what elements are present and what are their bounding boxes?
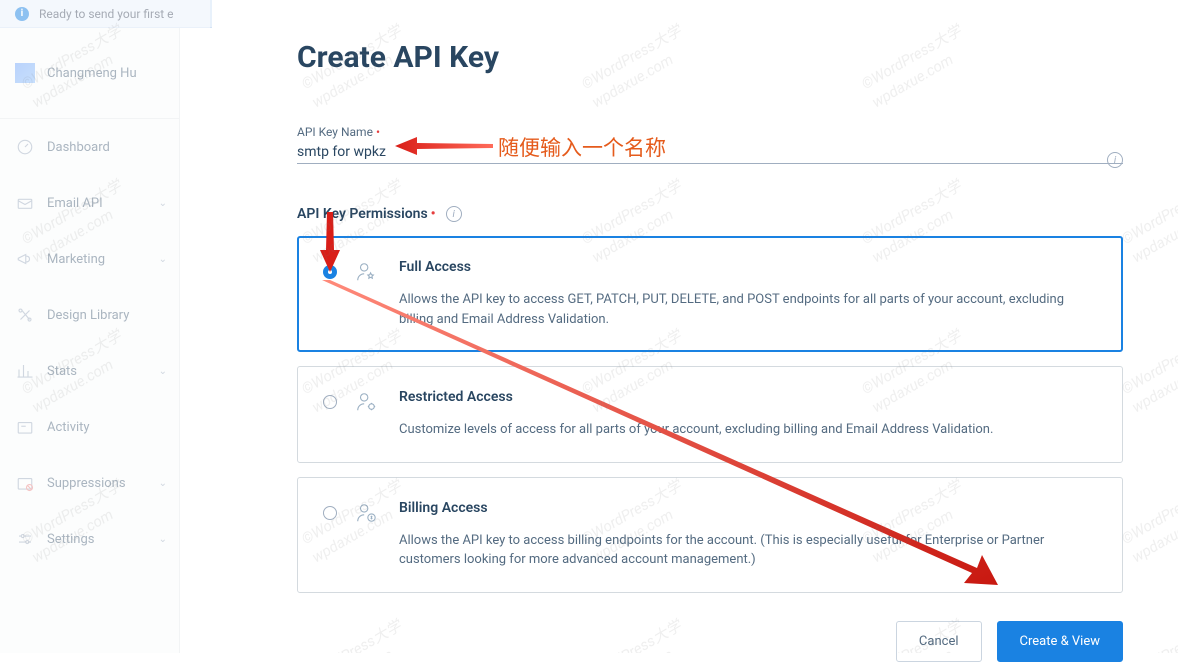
sidebar-item-dashboard[interactable]: Dashboard	[0, 119, 179, 175]
sidebar-item-settings[interactable]: Settings ⌄	[0, 511, 179, 567]
perm-desc: Customize levels of access for all parts…	[399, 420, 993, 440]
perm-title: Billing Access	[399, 500, 1097, 516]
annotation-hint: 随便输入一个名称	[498, 132, 666, 162]
sidebar-item-label: Design Library	[47, 308, 129, 323]
sidebar-item-suppressions[interactable]: Suppressions ⌄	[0, 455, 179, 511]
sidebar-item-label: Marketing	[47, 252, 105, 267]
sidebar-item-label: Activity	[47, 420, 90, 435]
api-key-permissions-label: API Key Permissions• i	[297, 206, 1123, 222]
dialog-title: Create API Key	[297, 40, 1123, 75]
info-icon[interactable]: i	[446, 206, 462, 222]
user-dollar-icon	[355, 502, 379, 528]
perm-title: Restricted Access	[399, 389, 993, 405]
sidebar-item-label: Settings	[47, 532, 94, 547]
perm-option-full-access[interactable]: Full Access Allows the API key to access…	[297, 236, 1123, 352]
sidebar-item-label: Suppressions	[47, 476, 126, 491]
chevron-down-icon: ⌄	[159, 366, 167, 377]
radio-full-access[interactable]	[323, 265, 337, 279]
design-library-icon	[15, 305, 35, 325]
user-name: Changmeng Hu	[47, 66, 137, 81]
megaphone-icon	[15, 249, 35, 269]
perm-option-billing-access[interactable]: Billing Access Allows the API key to acc…	[297, 477, 1123, 593]
perm-desc: Allows the API key to access billing end…	[399, 531, 1097, 570]
api-key-name-input[interactable]	[297, 144, 1123, 160]
user-star-icon	[355, 261, 379, 287]
stats-icon	[15, 361, 35, 381]
chevron-down-icon: ⌄	[159, 198, 167, 209]
user-section[interactable]: Changmeng Hu	[0, 28, 179, 119]
perm-title: Full Access	[399, 259, 1097, 275]
perm-option-restricted-access[interactable]: Restricted Access Customize levels of ac…	[297, 366, 1123, 463]
chevron-down-icon: ⌄	[159, 478, 167, 489]
sidebar-item-label: Dashboard	[47, 140, 110, 155]
sidebar-item-stats[interactable]: Stats ⌄	[0, 343, 179, 399]
create-api-key-dialog: Create API Key API Key Name• i API Key P…	[212, 0, 1178, 653]
chevron-down-icon: ⌄	[159, 254, 167, 265]
sidebar: Changmeng Hu Dashboard Email API ⌄ Marke…	[0, 28, 180, 653]
banner-text: Ready to send your first e	[39, 7, 174, 21]
radio-restricted-access[interactable]	[323, 395, 337, 409]
sidebar-item-label: Email API	[47, 196, 103, 211]
user-gear-icon	[355, 391, 379, 417]
dialog-footer: Cancel Create & View	[297, 621, 1123, 662]
email-api-icon	[15, 193, 35, 213]
info-icon[interactable]: i	[1107, 152, 1123, 168]
suppressions-icon	[15, 473, 35, 493]
activity-icon	[15, 417, 35, 437]
sidebar-item-label: Stats	[47, 364, 77, 379]
cancel-button[interactable]: Cancel	[896, 621, 982, 662]
sidebar-item-email-api[interactable]: Email API ⌄	[0, 175, 179, 231]
user-avatar-icon	[15, 63, 35, 83]
create-and-view-button[interactable]: Create & View	[997, 621, 1124, 662]
dashboard-icon	[15, 137, 35, 157]
perm-desc: Allows the API key to access GET, PATCH,…	[399, 290, 1097, 329]
sidebar-item-activity[interactable]: Activity	[0, 399, 179, 455]
settings-icon	[15, 529, 35, 549]
api-key-name-label: API Key Name•	[297, 125, 1123, 139]
info-icon: i	[15, 7, 29, 21]
radio-billing-access[interactable]	[323, 506, 337, 520]
chevron-down-icon: ⌄	[159, 534, 167, 545]
sidebar-item-marketing[interactable]: Marketing ⌄	[0, 231, 179, 287]
api-key-name-field: API Key Name• i	[297, 125, 1123, 164]
sidebar-item-design-library[interactable]: Design Library	[0, 287, 179, 343]
